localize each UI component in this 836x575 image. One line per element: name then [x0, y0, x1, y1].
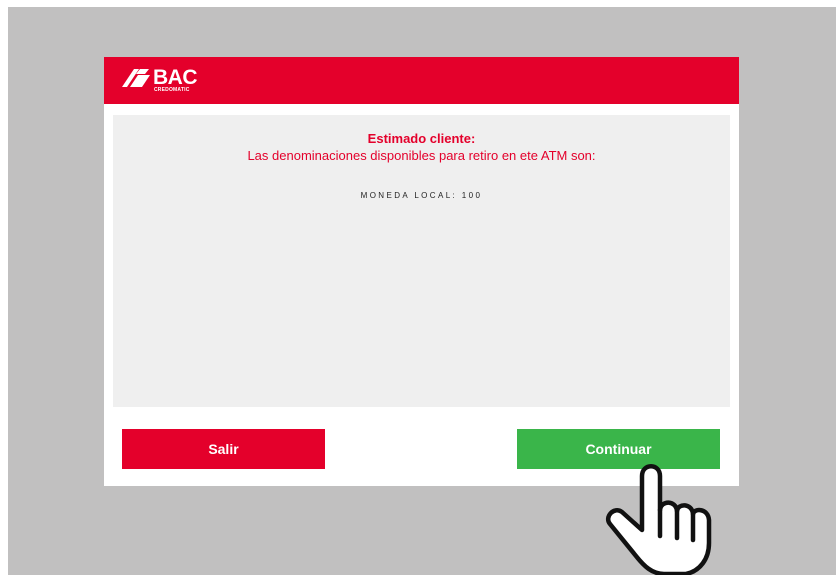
brand-name: BAC: [153, 66, 198, 89]
denominations-text: MONEDA LOCAL: 100: [360, 191, 483, 200]
dialog-header: BAC CREDOMATIC: [104, 57, 739, 104]
message-title: Estimado cliente:: [367, 131, 476, 146]
message-panel: Estimado cliente: Las denominaciones dis…: [113, 115, 730, 407]
message-body: Las denominaciones disponibles para reti…: [247, 148, 596, 163]
bac-logo: BAC CREDOMATIC: [122, 66, 212, 96]
bac-logo-icon: [122, 69, 150, 87]
exit-button[interactable]: Salir: [122, 429, 325, 469]
brand-subtitle: CREDOMATIC: [154, 87, 190, 93]
atm-dialog: BAC CREDOMATIC Estimado cliente: Las den…: [104, 57, 739, 486]
hand-pointer-icon: [605, 464, 712, 575]
